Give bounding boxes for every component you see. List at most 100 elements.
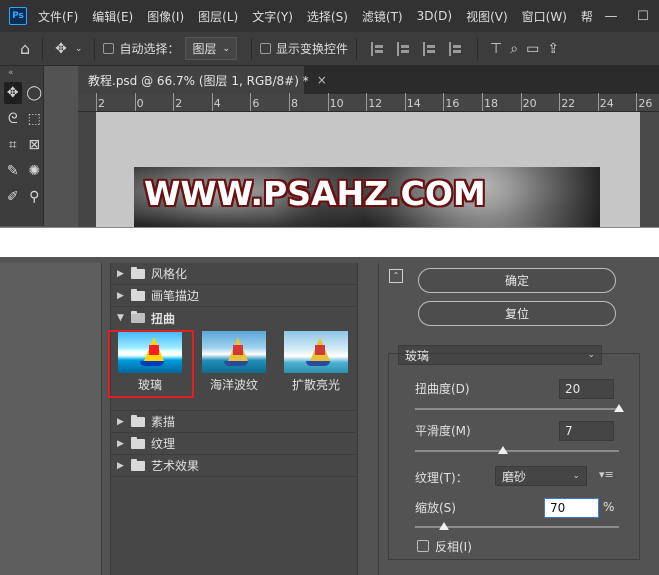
maximize-button[interactable]: ☐	[627, 9, 659, 24]
align-center-icon[interactable]	[397, 41, 411, 56]
align-left-icon[interactable]	[371, 41, 385, 56]
marquee-tool-icon[interactable]: ◯	[26, 82, 44, 104]
auto-select-checkbox[interactable]	[103, 43, 115, 54]
menu-type[interactable]: 文字(Y)	[252, 8, 293, 25]
auto-select-label: 自动选择：	[119, 42, 180, 56]
ruler-tick-label: 2	[98, 97, 105, 110]
document-tab[interactable]: 教程.psd @ 66.7% (图层 1, RGB/8#) * ×	[78, 66, 327, 94]
ruler-tick-label: 4	[213, 97, 221, 110]
lasso-tool-icon[interactable]: ᘓ	[4, 108, 22, 130]
move-tool-icon[interactable]: ✥	[4, 82, 22, 104]
auto-select-dropdown[interactable]: 图层 ⌄	[185, 37, 238, 60]
ruler-tick	[366, 93, 368, 111]
photoshop-logo-icon[interactable]: Ps	[9, 7, 27, 25]
category-artistic[interactable]: ▶ 艺术效果	[111, 455, 357, 477]
chevron-right-icon: ▶	[117, 438, 124, 449]
menu-window[interactable]: 窗口(W)	[522, 8, 567, 25]
show-transform-checkbox[interactable]	[260, 43, 272, 54]
distortion-label: 扭曲度(D)	[415, 382, 470, 396]
chevron-down-icon[interactable]: ⌄	[75, 44, 83, 54]
search-icon[interactable]: ⌕	[510, 41, 518, 57]
invert-checkbox[interactable]	[417, 540, 429, 552]
document-image[interactable]: WWW.PSAHZ.COM	[134, 167, 600, 227]
eyedropper-tool-icon[interactable]: ✎	[4, 160, 22, 182]
folder-icon	[131, 436, 145, 449]
ruler-tick-label: 20	[522, 97, 537, 110]
menu-layer[interactable]: 图层(L)	[198, 8, 238, 25]
category-label: 纹理	[151, 437, 176, 451]
smoothness-slider[interactable]	[415, 450, 619, 452]
object-select-tool-icon[interactable]: ⬚	[26, 108, 44, 130]
home-icon[interactable]: ⌂	[20, 39, 30, 58]
ruler-tick-label: 18	[484, 97, 498, 110]
menu-edit[interactable]: 编辑(E)	[92, 8, 133, 25]
align-top-icon[interactable]: ⊤	[490, 41, 502, 57]
category-sketch[interactable]: ▶ 素描	[111, 411, 357, 433]
filter-thumb-ocean-ripple[interactable]: 海洋波纹	[201, 331, 267, 393]
minimize-button[interactable]: —	[595, 9, 627, 24]
filter-thumb-diffuse-glow[interactable]: 扩散亮光	[283, 331, 349, 393]
filter-options-box: 扭曲度(D) 20 平滑度(M) 7 纹理(T)： 磨砂 ⌄ ▾≡ 缩放(S) …	[388, 353, 640, 560]
stamp-tool-icon[interactable]: ⚲	[26, 186, 44, 208]
canvas[interactable]: WWW.PSAHZ.COM	[96, 112, 640, 227]
menu-image[interactable]: 图像(I)	[147, 8, 184, 25]
chevron-right-icon: ▶	[117, 416, 124, 427]
share-icon[interactable]: ⇪	[547, 41, 559, 57]
folder-icon	[131, 288, 145, 301]
distortion-slider-knob[interactable]	[614, 404, 624, 412]
ruler-tick-label: 24	[599, 97, 614, 110]
menu-filter[interactable]: 滤镜(T)	[362, 8, 403, 25]
crop-tool-icon[interactable]: ⌗	[4, 134, 22, 156]
invert-label: 反相(I)	[435, 540, 472, 554]
ruler-tick	[520, 93, 522, 111]
document-tabs: 教程.psd @ 66.7% (图层 1, RGB/8#) * ×	[78, 66, 659, 94]
category-brush-strokes[interactable]: ▶ 画笔描边	[111, 285, 357, 307]
menu-file[interactable]: 文件(F)	[38, 8, 78, 25]
category-label: 艺术效果	[151, 459, 200, 473]
ruler-tick	[327, 93, 329, 111]
sail-shape	[233, 345, 243, 355]
category-stylize[interactable]: ▶ 风格化	[111, 263, 357, 285]
open-folder-icon	[131, 311, 145, 323]
reset-button[interactable]: 复位	[418, 301, 616, 326]
horizontal-ruler: 2 0 2 4 6 8 10 12 14 16 18 20 22 24 26	[78, 93, 659, 112]
divider	[251, 37, 253, 60]
filter-thumbnail-image	[202, 331, 266, 373]
category-distort[interactable]: ▼ 扭曲	[111, 307, 357, 329]
menu-select[interactable]: 选择(S)	[307, 8, 348, 25]
ok-button[interactable]: 确定	[418, 268, 616, 293]
category-texture[interactable]: ▶ 纹理	[111, 433, 357, 455]
collapse-gallery-button[interactable]: ⌃	[389, 269, 403, 283]
ruler-tick	[482, 93, 483, 111]
scale-input[interactable]: 70	[544, 498, 599, 518]
preview-pane[interactable]	[0, 263, 102, 575]
menu-view[interactable]: 视图(V)	[466, 8, 508, 25]
distortion-slider[interactable]	[415, 408, 619, 410]
brush-tool-icon[interactable]: ✐	[4, 186, 22, 208]
collapse-icon[interactable]: «	[0, 66, 43, 80]
canvas-area[interactable]: WWW.PSAHZ.COM	[96, 112, 659, 227]
distribute-icon[interactable]	[449, 41, 463, 56]
menu-help[interactable]: 帮	[581, 8, 593, 25]
smoothness-input[interactable]: 7	[559, 421, 614, 441]
tools-panel: « ✥ ◯ ᘓ ⬚ ⌗ ⊠ ✎ ✺ ✐ ⚲	[0, 66, 44, 226]
workspace-icon[interactable]: ▭	[526, 41, 539, 57]
filter-gallery-dialog: ▶ 风格化 ▶ 画笔描边 ▼ 扭曲 玻璃 海洋波纹 扩散亮光 ▶ 素描 ▶ 纹理…	[0, 257, 659, 575]
filter-thumb-label: 扩散亮光	[291, 378, 340, 392]
chevron-right-icon: ▶	[117, 268, 124, 279]
texture-select[interactable]: 磨砂 ⌄	[495, 466, 587, 486]
ruler-tick	[443, 93, 445, 111]
healing-tool-icon[interactable]: ✺	[26, 160, 44, 182]
align-right-icon[interactable]	[423, 41, 437, 56]
close-icon[interactable]: ×	[317, 73, 327, 87]
texture-menu-icon[interactable]: ▾≡	[599, 468, 614, 481]
move-tool-icon[interactable]: ✥	[55, 41, 67, 57]
frame-tool-icon[interactable]: ⊠	[26, 134, 44, 156]
sail-shape	[315, 345, 325, 355]
distortion-input[interactable]: 20	[559, 379, 614, 399]
watermark-text: WWW.PSAHZ.COM	[144, 174, 486, 213]
smoothness-slider-knob[interactable]	[497, 446, 508, 454]
menu-3d[interactable]: 3D(D)	[417, 9, 452, 23]
ruler-tick-label: 8	[291, 97, 298, 110]
scale-slider-knob[interactable]	[438, 522, 449, 530]
